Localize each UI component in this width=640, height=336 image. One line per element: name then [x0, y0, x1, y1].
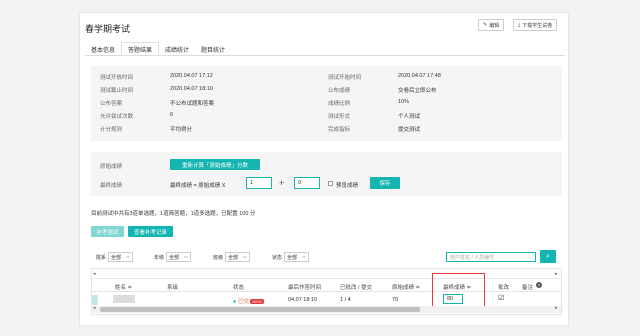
class-select[interactable]: 全部 ⌵: [225, 252, 250, 262]
chevron-down-icon: ⌵: [302, 254, 306, 260]
info-label: 测试截止时间: [100, 88, 134, 94]
filter-status[interactable]: 状态 全部 ⌵: [272, 252, 309, 262]
search-icon: ⌕: [546, 252, 550, 260]
tab-score-stats[interactable]: 成绩统计: [159, 42, 195, 56]
chevron-down-icon: ⌵: [243, 254, 247, 260]
tab-answer-results[interactable]: 答题结果: [121, 42, 160, 56]
col-last-submit: 最后作答时间: [288, 285, 322, 291]
scroll-right-top-icon[interactable]: ▸: [555, 271, 558, 277]
save-button[interactable]: 保存: [370, 177, 400, 189]
edit-icon: ✎: [483, 22, 488, 28]
tab-basic-info[interactable]: 基本信息: [85, 42, 121, 56]
view-makeup-button[interactable]: 查看补考记录: [128, 226, 173, 237]
info-label: 成绩比例: [328, 101, 351, 107]
edit-button[interactable]: ✎ 编辑: [478, 19, 505, 31]
scrollbar-thumb[interactable]: [100, 307, 420, 312]
avatar: [113, 295, 135, 303]
chevron-down-icon: ⌵: [126, 254, 130, 260]
info-value: 6: [170, 112, 174, 118]
last-submit-cell: 04.07 18:10: [288, 297, 318, 303]
makeup-test-button[interactable]: 补考测试: [91, 226, 124, 237]
info-label: 公布成绩: [328, 88, 351, 94]
chevron-down-icon: ⌵: [184, 254, 188, 260]
table-header-top: [91, 278, 562, 279]
tab-question-stats[interactable]: 题目统计: [195, 42, 231, 56]
test-info-panel: [91, 66, 562, 141]
info-label: 测试开放时间: [100, 75, 134, 81]
filter-dept[interactable]: 院系 全部 ⌵: [96, 252, 133, 262]
col-status: 状态: [233, 285, 245, 291]
preview-label: 预览成绩: [336, 183, 359, 189]
filter-class[interactable]: 班级 全部 ⌵: [213, 252, 250, 262]
recalculate-button[interactable]: 重新计算「原始成绩」分数: [170, 159, 260, 170]
row-indicator: [92, 295, 98, 305]
info-value: 交卷后立即公布: [398, 88, 437, 94]
info-value: 2020.04.07 17:12: [170, 73, 213, 79]
info-label: 允许尝试次数: [100, 114, 134, 120]
filter-grade[interactable]: 年级 全部 ⌵: [154, 252, 191, 262]
info-value: 10%: [398, 99, 410, 105]
scroll-left-top-icon[interactable]: ◂: [93, 271, 96, 277]
col-graded: 已批改 / 提交: [340, 285, 373, 291]
tab-bar: 基本信息 答题结果 成绩统计 题目统计: [85, 42, 231, 56]
col-name[interactable]: 姓名 ≑: [115, 283, 132, 291]
info-label: 公布答案: [100, 101, 123, 107]
tab-divider: [85, 55, 565, 56]
search-button[interactable]: ⌕: [540, 250, 556, 263]
plus-sign: +: [279, 178, 285, 188]
search-input[interactable]: 用户姓名 / 人员编号: [446, 252, 536, 262]
status-select[interactable]: 全部 ⌵: [284, 252, 309, 262]
info-label: 测试开始时间: [328, 75, 362, 81]
download-icon: ⤓: [518, 22, 521, 28]
col-grade: 批改: [498, 285, 510, 291]
info-value: 不公布试题和答案: [170, 101, 215, 107]
info-value: 个人测试: [398, 114, 421, 120]
final-score-label: 最终成绩: [100, 183, 123, 189]
status-cell: ● 已交 NEW: [233, 299, 264, 305]
col-note: 备注: [522, 285, 534, 291]
formula-text: 最终成绩 = 原始成绩 X: [170, 183, 226, 189]
score-settings-panel: [91, 152, 562, 196]
question-summary: 目前测试中共有3道单选题，1道简答题，1道多选题，已配置 100 分: [91, 211, 256, 217]
info-label: 测试形式: [328, 114, 351, 120]
preview-checkbox[interactable]: [328, 181, 333, 186]
col-raw-score[interactable]: 原始成绩 ≑: [392, 283, 420, 291]
dept-select[interactable]: 全部 ⌵: [108, 252, 133, 262]
help-icon[interactable]: ?: [536, 282, 542, 288]
graded-cell: 1 / 4: [340, 297, 351, 303]
multiplier-input[interactable]: 1: [246, 177, 272, 189]
info-value: 2020.04.07 18:10: [170, 86, 213, 92]
scroll-left-icon[interactable]: ◂: [93, 305, 96, 311]
info-label: 计分规则: [100, 127, 123, 133]
offset-input[interactable]: 0: [294, 177, 320, 189]
download-button[interactable]: ⤓ 下载学生试卷: [513, 19, 558, 31]
status-dot-icon: ●: [233, 299, 237, 305]
raw-score-label: 原始成绩: [100, 164, 123, 170]
info-value: 提交测试: [398, 127, 421, 133]
scroll-right-icon[interactable]: ▸: [555, 305, 558, 311]
grade-select[interactable]: 全部 ⌵: [166, 252, 191, 262]
col-dept: 系级: [167, 285, 179, 291]
new-badge: NEW: [250, 299, 264, 304]
raw-score-cell: 70: [392, 297, 399, 303]
info-value: 平均得分: [170, 127, 193, 133]
grade-checkbox-icon[interactable]: ☑: [498, 294, 504, 302]
info-label: 完成指标: [328, 127, 351, 133]
page-title: 春学期考试: [85, 24, 131, 34]
table-header-bottom: [91, 291, 562, 292]
info-value: 2020.04.07 17:48: [398, 73, 441, 79]
